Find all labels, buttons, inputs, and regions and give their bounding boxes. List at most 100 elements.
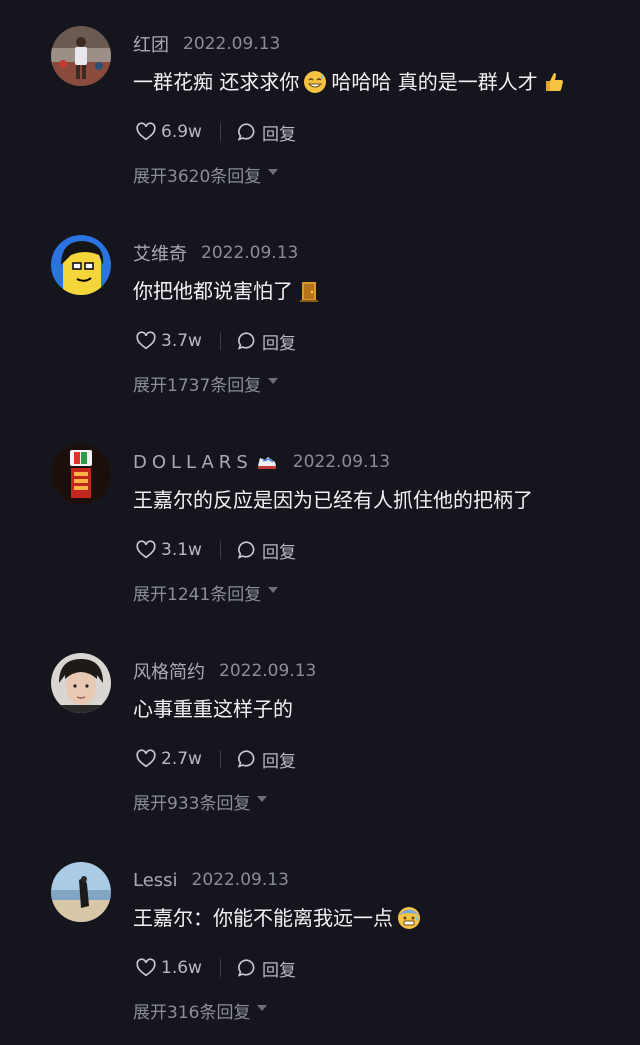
comment-text-part: 哈哈哈 真的是一群人才 [331,70,538,94]
username[interactable]: 艾维奇 [133,240,187,266]
like-count: 3.1w [161,540,202,560]
like-button[interactable]: 1.6w [135,957,202,979]
reply-label: 回复 [261,542,296,563]
caret-down-icon [268,377,279,384]
beach-photo-icon [51,862,111,922]
speech-bubble-icon [237,123,255,141]
heart-icon [136,331,156,350]
grinning-sweat-emoji [303,70,327,94]
comment-date: 2022.09.13 [219,661,317,681]
comment-meta: Lessi 2022.09.13 [133,867,289,893]
heart-icon [136,958,156,977]
like-count: 3.7w [161,331,202,351]
reply-label: 回复 [261,751,296,772]
speech-bubble-icon [237,750,255,768]
avatar[interactable] [51,235,111,295]
like-button[interactable]: 3.1w [135,539,202,561]
like-button[interactable]: 6.9w [135,121,202,143]
expand-replies-button[interactable]: 展开3620条回复 [133,162,279,187]
comment-actions: 3.7w 回复 [135,328,296,354]
expand-replies-button[interactable]: 展开1241条回复 [133,580,279,605]
avatar[interactable] [51,26,111,86]
expand-replies-label: 展开1737条回复 [133,376,262,396]
comment-meta: 艾维奇 2022.09.13 [133,240,298,266]
comment-actions: 1.6w 回复 [135,955,296,981]
avatar[interactable] [51,862,111,922]
comment-item: 风格简约 2022.09.13 心事重重这样子的 2.7w 回复 展开933条回… [0,627,640,836]
comment-text-part: 王嘉尔：你能不能离我远一点 [133,906,393,930]
divider [219,123,221,141]
divider [219,541,221,559]
comment-text-part: 王嘉尔的反应是因为已经有人抓住他的把柄了 [133,488,533,512]
comment-text: 王嘉尔：你能不能离我远一点 [133,902,425,934]
expand-replies-button[interactable]: 展开933条回复 [133,789,268,814]
heart-icon [136,540,156,559]
comment-meta: DOLLARS 2022.09.13 [133,449,390,475]
reply-label: 回复 [261,960,296,981]
heart-icon [136,749,156,768]
username[interactable]: Lessi [133,870,178,891]
reply-button[interactable]: 回复 [236,120,296,145]
like-count: 2.7w [161,749,202,769]
comment-date: 2022.09.13 [183,34,281,54]
comment-item: 红团 2022.09.13 一群花痴 还求求你 哈哈哈 真的是一群人才 6.9w … [0,0,640,209]
comment-meta: 风格简约 2022.09.13 [133,658,316,684]
divider [219,959,221,977]
heart-icon [136,122,156,141]
expand-replies-label: 展开316条回复 [133,1003,251,1023]
door-emoji [297,279,321,303]
expand-replies-label: 展开933条回复 [133,794,251,814]
reply-button[interactable]: 回复 [236,329,296,354]
comment-actions: 6.9w 回复 [135,119,296,145]
cartoon-face-icon [51,235,111,295]
comment-text-part: 你把他都说害怕了 [133,279,293,303]
comment-text-part: 心事重重这样子的 [133,697,293,721]
thumbs-up-emoji [542,70,566,94]
reply-button[interactable]: 回复 [236,956,296,981]
divider [219,750,221,768]
comment-text-part: 一群花痴 还求求你 [133,70,300,94]
expand-replies-button[interactable]: 展开316条回复 [133,998,268,1023]
speech-bubble-icon [237,541,255,559]
expand-replies-label: 展开1241条回复 [133,585,262,605]
speech-bubble-icon [237,959,255,977]
store-sign-icon [51,444,111,504]
comment-item: DOLLARS 2022.09.13 王嘉尔的反应是因为已经有人抓住他的把柄了 … [0,418,640,627]
username[interactable]: DOLLARS [133,452,253,473]
caret-down-icon [257,795,268,802]
avatar[interactable] [51,444,111,504]
username[interactable]: 红团 [133,31,169,57]
anxious-sweat-emoji [397,906,421,930]
like-count: 1.6w [161,958,202,978]
reply-label: 回复 [261,333,296,354]
reply-label: 回复 [261,124,296,145]
comment-actions: 3.1w 回复 [135,537,296,563]
comment-meta: 红团 2022.09.13 [133,31,280,57]
expand-replies-button[interactable]: 展开1737条回复 [133,371,279,396]
speech-bubble-icon [237,332,255,350]
caret-down-icon [257,1004,268,1011]
comment-text: 心事重重这样子的 [133,693,293,725]
caret-down-icon [268,586,279,593]
reply-button[interactable]: 回复 [236,538,296,563]
comment-item: Lessi 2022.09.13 王嘉尔：你能不能离我远一点 1.6w 回复 展… [0,836,640,1045]
comment-date: 2022.09.13 [191,870,289,890]
expand-replies-label: 展开3620条回复 [133,167,262,187]
comment-date: 2022.09.13 [201,243,299,263]
sneaker-emoji [255,450,279,474]
reply-button[interactable]: 回复 [236,747,296,772]
like-button[interactable]: 2.7w [135,748,202,770]
comment-actions: 2.7w 回复 [135,746,296,772]
comment-text: 一群花痴 还求求你 哈哈哈 真的是一群人才 [133,66,570,98]
username[interactable]: 风格简约 [133,658,205,684]
comment-item: 艾维奇 2022.09.13 你把他都说害怕了 3.7w 回复 展开1737条回… [0,209,640,418]
caret-down-icon [268,168,279,175]
like-button[interactable]: 3.7w [135,330,202,352]
comment-text: 你把他都说害怕了 [133,275,325,307]
comment-date: 2022.09.13 [292,452,391,472]
like-count: 6.9w [161,122,202,142]
avatar[interactable] [51,653,111,713]
divider [219,332,221,350]
comment-text: 王嘉尔的反应是因为已经有人抓住他的把柄了 [133,484,533,516]
user-portrait-icon [51,653,111,713]
